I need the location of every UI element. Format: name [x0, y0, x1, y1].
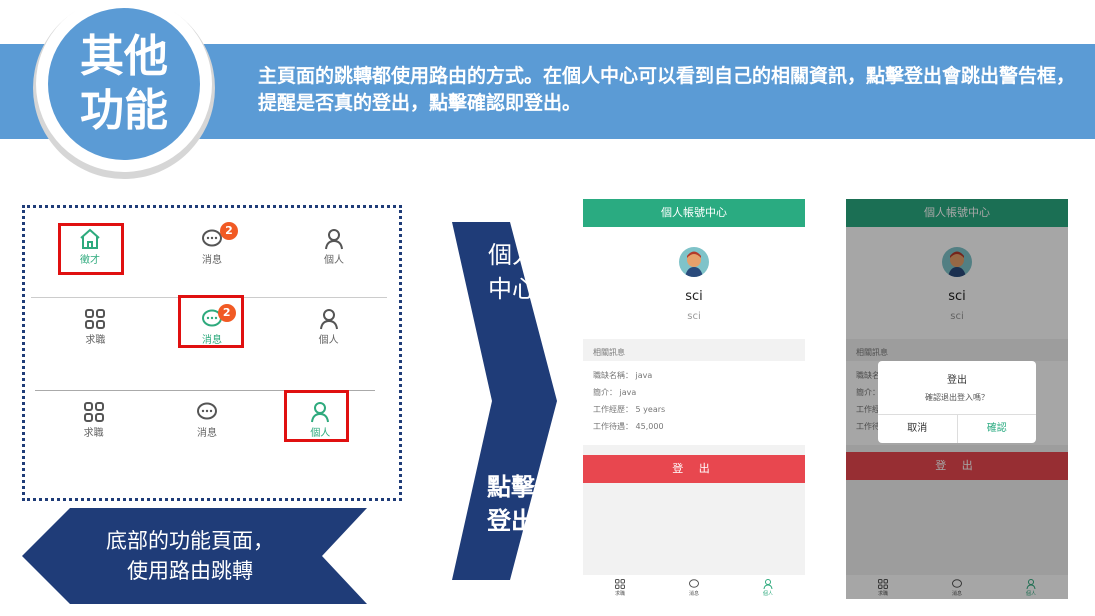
- tab-profile[interactable]: 個人: [731, 575, 805, 599]
- info-list: 職缺名稱： java 簡介： java 工作經歷： 5 years 工作待遇： …: [583, 361, 805, 445]
- tab-messages[interactable]: 消息: [150, 398, 263, 440]
- person-icon: [763, 578, 773, 589]
- user-id: sci: [687, 311, 701, 322]
- chevron-line-1: 個人: [488, 241, 536, 269]
- info-line: 簡介： java: [593, 388, 637, 397]
- left-arrow-caption: 底部的功能頁面， 使用路由跳轉: [70, 526, 310, 586]
- tabbar-demo-panel: 徵才 消息 2 個人 求職 消息 2 個人 求職 消息 個人: [22, 205, 402, 501]
- info-line: 工作經歷： 5 years: [593, 405, 666, 414]
- highlight-frame: [284, 390, 349, 442]
- logout-dialog-screen: 個人帳號中心 sci sci 相關訊息 職缺名稱： java 簡介： java …: [846, 199, 1068, 599]
- chat-icon: [689, 578, 699, 588]
- dialog-message: 確認退出登入嗎？: [925, 393, 989, 402]
- chevron-label-profile: 個人 中心: [480, 238, 544, 306]
- tab-label: 消息: [196, 427, 217, 439]
- bottom-tabbar: 求職 消息 個人: [583, 575, 805, 599]
- badge-line-2: 功能: [80, 85, 168, 136]
- confirm-button[interactable]: 確認: [956, 415, 1037, 443]
- chevron-line-4: 登出: [487, 507, 535, 535]
- tab-label: 求職: [85, 334, 106, 346]
- dialog-title: 登出: [947, 375, 967, 386]
- cancel-button[interactable]: 取消: [878, 415, 957, 443]
- chevron-line-3: 點擊: [487, 473, 535, 501]
- grid-icon: [615, 578, 625, 589]
- logout-confirm-dialog: 登出 確認退出登入嗎？ 取消 確認: [878, 361, 1036, 443]
- tab-profile[interactable]: 個人: [273, 222, 395, 270]
- caption-line-1: 底部的功能頁面，: [106, 529, 274, 553]
- badge-line-1: 其他: [80, 31, 168, 82]
- profile-card: sci sci: [583, 227, 805, 339]
- highlight-frame: [58, 223, 124, 275]
- info-line: 工作待遇： 45,000: [593, 422, 664, 431]
- tab-label: 求職: [83, 427, 104, 439]
- chat-icon: [196, 402, 217, 419]
- grid-icon: [83, 401, 104, 422]
- tab-profile[interactable]: 個人: [270, 302, 387, 350]
- caption-line-2: 使用路由跳轉: [127, 559, 253, 583]
- person-icon: [319, 308, 338, 329]
- profile-screen: 個人帳號中心 sci sci 相關訊息 職缺名稱： java 簡介： java …: [583, 199, 805, 599]
- unread-badge: 2: [220, 222, 238, 240]
- tab-jobs[interactable]: 求職: [37, 398, 150, 440]
- tab-messages[interactable]: 消息: [657, 575, 731, 599]
- tab-messages[interactable]: 消息 2: [151, 222, 273, 270]
- logout-button[interactable]: 登 出: [583, 455, 805, 483]
- tab-label: 求職: [614, 590, 625, 597]
- section-badge: 其他 功能: [48, 8, 200, 160]
- highlight-frame: [178, 295, 244, 348]
- chevron-label-logout: 點擊 登出: [476, 470, 546, 538]
- dialog-buttons: 取消 確認: [878, 414, 1036, 443]
- tab-label: 消息: [688, 590, 699, 597]
- username: sci: [685, 289, 703, 304]
- tab-label: 消息: [202, 254, 222, 266]
- screen-title: 個人帳號中心: [583, 199, 805, 227]
- person-icon: [325, 228, 343, 249]
- avatar: [679, 247, 709, 277]
- description-text: 主頁面的跳轉都使用路由的方式。在個人中心可以看到自己的相關資訊，點擊登出會跳出警…: [258, 65, 1076, 114]
- tab-label: 個人: [762, 590, 773, 597]
- grid-icon: [85, 308, 106, 329]
- tab-jobs[interactable]: 求職: [583, 575, 657, 599]
- tab-label: 個人: [324, 254, 344, 266]
- section-label: 相關訊息: [593, 348, 625, 357]
- tab-jobs[interactable]: 求職: [37, 302, 154, 350]
- info-line: 職缺名稱： java: [593, 371, 653, 380]
- chevron-line-2: 中心: [488, 275, 536, 303]
- tab-label: 個人: [318, 334, 339, 346]
